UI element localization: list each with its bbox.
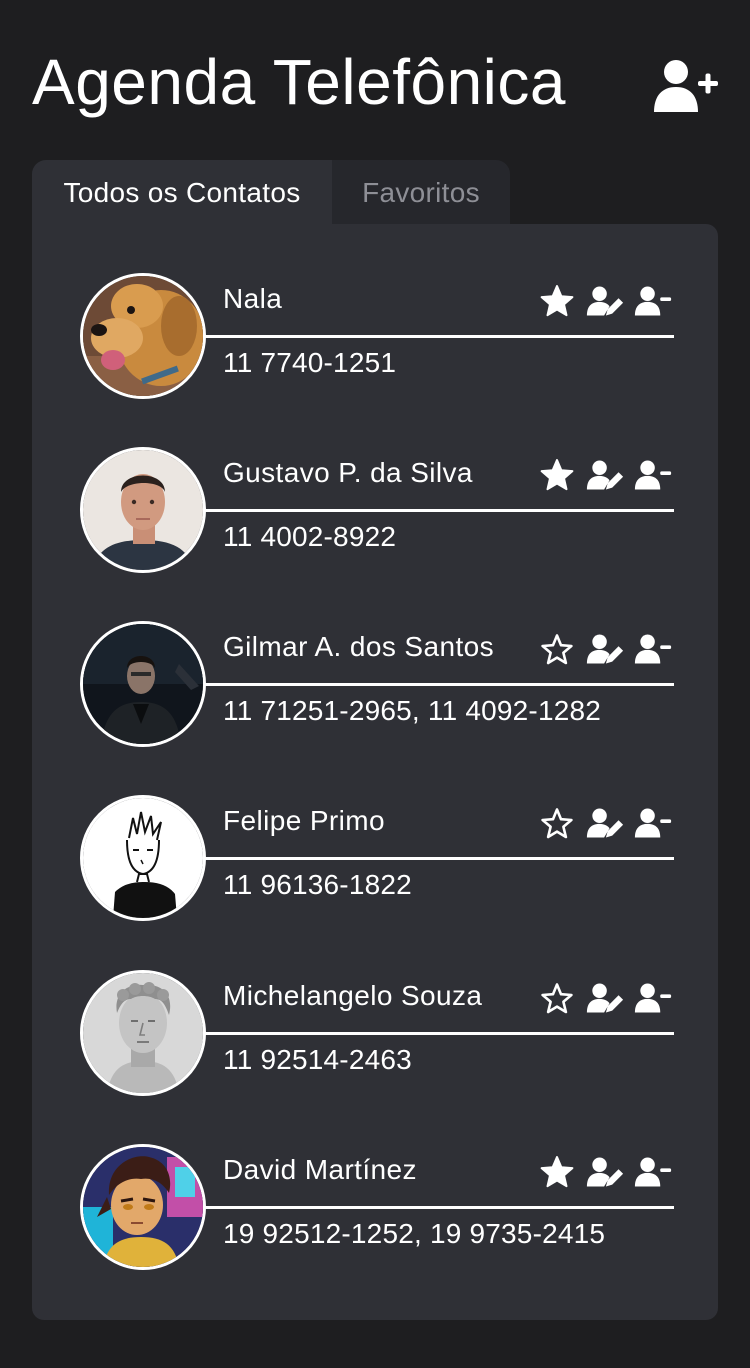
- contact-phones: 19 92512-1252, 19 9735-2415: [223, 1218, 606, 1249]
- contact-item[interactable]: Michelangelo Souza 11 92514-2463: [80, 970, 674, 1098]
- remove-contact-button[interactable]: [634, 458, 672, 492]
- user-minus-icon: [634, 286, 672, 316]
- star-icon: [540, 1156, 574, 1188]
- user-edit-icon: [586, 983, 624, 1013]
- star-icon: [540, 285, 574, 317]
- contact-phones: 11 92514-2463: [223, 1044, 412, 1075]
- page-title: Agenda Telefônica: [32, 46, 566, 118]
- favorite-button[interactable]: [538, 632, 576, 666]
- david-statue-photo: [83, 973, 203, 1093]
- manga-sketch-drawing: [83, 798, 203, 918]
- divider: [204, 509, 674, 512]
- contact-name: David Martínez: [223, 1154, 417, 1185]
- user-edit-icon: [586, 808, 624, 838]
- user-edit-icon: [586, 1157, 624, 1187]
- contact-phones: 11 96136-1822: [223, 869, 412, 900]
- user-edit-icon: [586, 286, 624, 316]
- contact-actions: [538, 805, 672, 841]
- contact-item[interactable]: David Martínez 19 92512-1252, 19 9735-24…: [80, 1144, 674, 1272]
- avatar: [80, 795, 206, 921]
- contact-phones: 11 71251-2965, 11 4092-1282: [223, 695, 602, 726]
- tab-all-contacts[interactable]: Todos os Contatos: [32, 160, 332, 226]
- contact-item[interactable]: Gilmar A. dos Santos 11 71251-2965, 11 4…: [80, 621, 674, 749]
- favorite-button[interactable]: [538, 981, 576, 1015]
- divider: [204, 1032, 674, 1035]
- contact-name: Felipe Primo: [223, 805, 385, 836]
- contacts-panel: Nala 11 7740-1251 Gustavo P. da Silva 11…: [32, 224, 718, 1320]
- man-in-suit-dark-photo: [83, 624, 203, 744]
- remove-contact-button[interactable]: [634, 284, 672, 318]
- contact-item[interactable]: Felipe Primo 11 96136-1822: [80, 795, 674, 923]
- user-minus-icon: [634, 460, 672, 490]
- contact-actions: [538, 1154, 672, 1190]
- contact-item[interactable]: Nala 11 7740-1251: [80, 273, 674, 401]
- avatar: [80, 970, 206, 1096]
- user-minus-icon: [634, 1157, 672, 1187]
- favorite-button[interactable]: [538, 806, 576, 840]
- user-edit-icon: [586, 460, 624, 490]
- star-outline-icon: [541, 983, 573, 1014]
- divider: [204, 683, 674, 686]
- edit-contact-button[interactable]: [586, 1155, 624, 1189]
- user-minus-icon: [634, 808, 672, 838]
- phonebook-app: Agenda Telefônica Todos os Contatos Favo…: [0, 0, 750, 1368]
- edit-contact-button[interactable]: [586, 806, 624, 840]
- favorite-button[interactable]: [538, 284, 576, 318]
- star-outline-icon: [541, 634, 573, 665]
- contact-actions: [538, 283, 672, 319]
- tab-favorites[interactable]: Favoritos: [332, 160, 510, 226]
- contact-item[interactable]: Gustavo P. da Silva 11 4002-8922: [80, 447, 674, 575]
- user-minus-icon: [634, 634, 672, 664]
- edit-contact-button[interactable]: [586, 458, 624, 492]
- divider: [204, 857, 674, 860]
- favorite-button[interactable]: [538, 458, 576, 492]
- edit-contact-button[interactable]: [586, 632, 624, 666]
- contact-actions: [538, 631, 672, 667]
- avatar: [80, 447, 206, 573]
- header: Agenda Telefônica: [32, 38, 722, 128]
- star-icon: [540, 459, 574, 491]
- user-minus-icon: [634, 983, 672, 1013]
- contact-actions: [538, 980, 672, 1016]
- anime-character-drawing: [83, 1147, 203, 1267]
- tab-bar: Todos os Contatos Favoritos: [32, 160, 510, 226]
- remove-contact-button[interactable]: [634, 632, 672, 666]
- star-outline-icon: [541, 808, 573, 839]
- contact-phones: 11 4002-8922: [223, 521, 397, 552]
- contact-phones: 11 7740-1251: [223, 347, 397, 378]
- contact-name: Gustavo P. da Silva: [223, 457, 473, 488]
- divider: [204, 335, 674, 338]
- golden-retriever-photo: [83, 276, 203, 396]
- avatar: [80, 621, 206, 747]
- avatar: [80, 1144, 206, 1270]
- edit-contact-button[interactable]: [586, 981, 624, 1015]
- contact-actions: [538, 457, 672, 493]
- edit-contact-button[interactable]: [586, 284, 624, 318]
- add-contact-button[interactable]: [652, 58, 720, 114]
- remove-contact-button[interactable]: [634, 981, 672, 1015]
- user-plus-icon: [654, 60, 718, 112]
- young-man-photo: [83, 450, 203, 570]
- user-edit-icon: [586, 634, 624, 664]
- contact-name: Michelangelo Souza: [223, 980, 483, 1011]
- remove-contact-button[interactable]: [634, 806, 672, 840]
- favorite-button[interactable]: [538, 1155, 576, 1189]
- contact-name: Nala: [223, 283, 283, 314]
- contact-name: Gilmar A. dos Santos: [223, 631, 495, 662]
- divider: [204, 1206, 674, 1209]
- remove-contact-button[interactable]: [634, 1155, 672, 1189]
- avatar: [80, 273, 206, 399]
